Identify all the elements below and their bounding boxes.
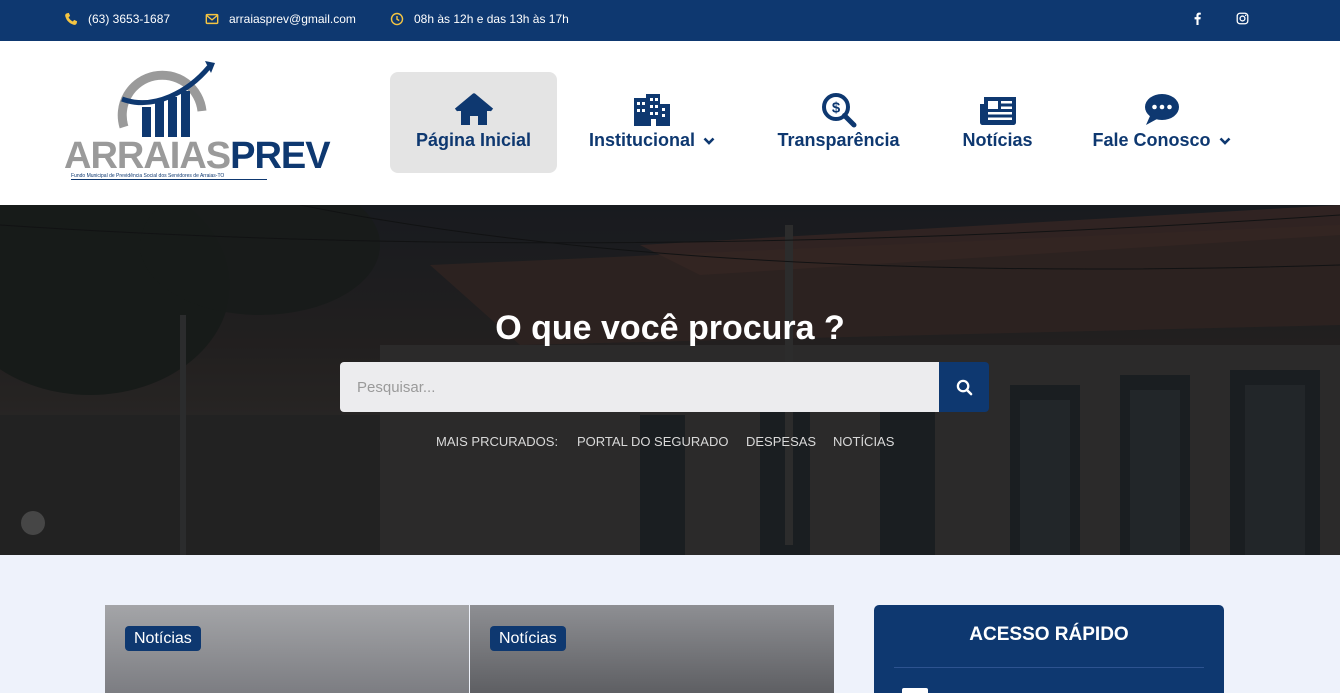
email-info: arraiasprev@gmail.com: [205, 0, 356, 37]
search-button[interactable]: [939, 362, 989, 412]
site-logo[interactable]: ARRAIASPREV Fundo Municipal de Previdênc…: [64, 59, 331, 189]
building-icon: [634, 94, 670, 126]
hours-info: 08h às 12h e das 13h às 17h: [390, 0, 569, 37]
nav-transparencia-label: Transparência: [777, 130, 900, 150]
popular-label: MAIS PRCURADOS:: [436, 434, 559, 449]
news-category-badge[interactable]: Notícias: [490, 626, 566, 651]
newspaper-icon: [979, 97, 1016, 125]
chevron-down-icon: [1219, 137, 1230, 145]
quick-access-item-icon: [902, 688, 928, 693]
phone-icon: [65, 12, 78, 25]
nav-home[interactable]: Página Inicial: [390, 72, 557, 173]
search-input[interactable]: [340, 362, 940, 412]
envelope-icon: [205, 13, 219, 24]
instagram-link[interactable]: [1234, 10, 1250, 26]
phone-info: (63) 3653-1687: [64, 0, 170, 37]
nav-institucional-label: Institucional: [588, 130, 695, 150]
quick-access-panel: ACESSO RÁPIDO: [874, 605, 1224, 693]
clock-icon: [390, 12, 404, 25]
search-icon: [956, 379, 972, 395]
instagram-icon: [1236, 12, 1248, 24]
logo-wordmark: ARRAIASPREV: [64, 135, 331, 177]
popular-link-despesas[interactable]: DESPESAS: [746, 434, 816, 449]
nav-fale-conosco[interactable]: Fale Conosco: [1083, 72, 1240, 173]
hero-search-section: O que você procura ? MAIS PRCURADOS: POR…: [0, 205, 1340, 555]
quick-access-title: ACESSO RÁPIDO: [969, 624, 1129, 645]
site-header: ARRAIASPREV Fundo Municipal de Previdênc…: [0, 41, 1340, 205]
top-bar: (63) 3653-1687 arraiasprev@gmail.com 08h…: [0, 0, 1340, 41]
popular-link-noticias[interactable]: NOTÍCIAS: [833, 434, 894, 449]
facebook-icon: [1194, 12, 1201, 25]
chat-icon: [1144, 94, 1179, 125]
divider: [894, 667, 1204, 668]
nav-noticias[interactable]: Notícias: [950, 72, 1045, 173]
news-card[interactable]: Notícias: [105, 605, 469, 693]
news-category-badge[interactable]: Notícias: [125, 626, 201, 651]
logo-emblem-icon: [117, 61, 215, 137]
nav-transparencia[interactable]: $ Transparência: [766, 72, 911, 173]
home-icon: [454, 93, 493, 125]
logo-subtitle: Fundo Municipal de Previdência Social do…: [71, 173, 267, 180]
svg-text:$: $: [831, 100, 840, 117]
facebook-link[interactable]: [1189, 10, 1205, 26]
email-address[interactable]: arraiasprev@gmail.com: [229, 12, 356, 26]
news-card[interactable]: Notícias: [470, 605, 834, 693]
chevron-down-icon: [703, 137, 715, 145]
hero-title: O que você procura ?: [495, 309, 845, 347]
nav-fale-conosco-label: Fale Conosco: [1092, 130, 1211, 150]
nav-home-label: Página Inicial: [415, 130, 532, 150]
phone-number[interactable]: (63) 3653-1687: [88, 12, 170, 26]
nav-noticias-label: Notícias: [962, 130, 1033, 150]
search-dollar-icon: $: [821, 93, 856, 128]
nav-institucional[interactable]: Institucional: [577, 72, 727, 173]
office-hours: 08h às 12h e das 13h às 17h: [414, 11, 569, 26]
popular-link-portal-do-segurado[interactable]: PORTAL DO SEGURADO: [577, 434, 728, 449]
